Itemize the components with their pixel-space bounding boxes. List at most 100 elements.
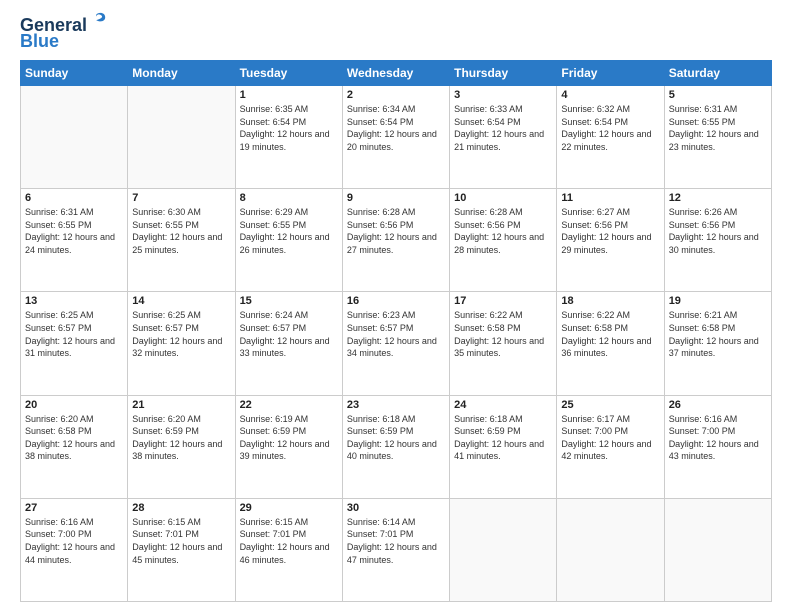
cell-info: Sunrise: 6:31 AM	[25, 206, 123, 219]
calendar-cell: 19Sunrise: 6:21 AMSunset: 6:58 PMDayligh…	[664, 292, 771, 395]
cell-info: Sunset: 6:57 PM	[25, 322, 123, 335]
calendar-cell: 12Sunrise: 6:26 AMSunset: 6:56 PMDayligh…	[664, 189, 771, 292]
day-number: 4	[561, 89, 659, 101]
logo: General Blue	[20, 16, 107, 50]
calendar-cell	[557, 498, 664, 601]
day-number: 28	[132, 502, 230, 514]
day-number: 3	[454, 89, 552, 101]
cell-info: Sunset: 6:54 PM	[561, 116, 659, 129]
calendar-cell: 11Sunrise: 6:27 AMSunset: 6:56 PMDayligh…	[557, 189, 664, 292]
calendar-cell: 22Sunrise: 6:19 AMSunset: 6:59 PMDayligh…	[235, 395, 342, 498]
calendar-cell: 18Sunrise: 6:22 AMSunset: 6:58 PMDayligh…	[557, 292, 664, 395]
cell-info: Sunrise: 6:24 AM	[240, 309, 338, 322]
calendar-cell: 10Sunrise: 6:28 AMSunset: 6:56 PMDayligh…	[450, 189, 557, 292]
calendar-cell: 9Sunrise: 6:28 AMSunset: 6:56 PMDaylight…	[342, 189, 449, 292]
cell-info: Daylight: 12 hours and 47 minutes.	[347, 541, 445, 566]
cell-info: Daylight: 12 hours and 27 minutes.	[347, 231, 445, 256]
cell-info: Sunset: 6:57 PM	[132, 322, 230, 335]
day-number: 6	[25, 192, 123, 204]
cell-info: Sunrise: 6:34 AM	[347, 103, 445, 116]
calendar-cell	[450, 498, 557, 601]
cell-info: Daylight: 12 hours and 35 minutes.	[454, 335, 552, 360]
cell-info: Sunset: 6:59 PM	[347, 425, 445, 438]
day-header-monday: Monday	[128, 61, 235, 86]
day-number: 19	[669, 295, 767, 307]
cell-info: Sunset: 7:01 PM	[240, 528, 338, 541]
day-number: 1	[240, 89, 338, 101]
cell-info: Sunrise: 6:22 AM	[561, 309, 659, 322]
cell-info: Daylight: 12 hours and 45 minutes.	[132, 541, 230, 566]
cell-info: Sunrise: 6:29 AM	[240, 206, 338, 219]
day-number: 30	[347, 502, 445, 514]
cell-info: Daylight: 12 hours and 34 minutes.	[347, 335, 445, 360]
cell-info: Sunset: 6:59 PM	[240, 425, 338, 438]
cell-info: Daylight: 12 hours and 29 minutes.	[561, 231, 659, 256]
cell-info: Sunset: 6:58 PM	[25, 425, 123, 438]
calendar-cell: 21Sunrise: 6:20 AMSunset: 6:59 PMDayligh…	[128, 395, 235, 498]
cell-info: Sunset: 6:58 PM	[454, 322, 552, 335]
calendar-cell: 20Sunrise: 6:20 AMSunset: 6:58 PMDayligh…	[21, 395, 128, 498]
day-number: 18	[561, 295, 659, 307]
cell-info: Sunset: 7:00 PM	[25, 528, 123, 541]
cell-info: Daylight: 12 hours and 42 minutes.	[561, 438, 659, 463]
cell-info: Sunrise: 6:23 AM	[347, 309, 445, 322]
cell-info: Daylight: 12 hours and 28 minutes.	[454, 231, 552, 256]
calendar-cell: 8Sunrise: 6:29 AMSunset: 6:55 PMDaylight…	[235, 189, 342, 292]
cell-info: Sunrise: 6:25 AM	[132, 309, 230, 322]
cell-info: Daylight: 12 hours and 31 minutes.	[25, 335, 123, 360]
calendar-cell	[21, 86, 128, 189]
cell-info: Sunset: 6:56 PM	[561, 219, 659, 232]
cell-info: Daylight: 12 hours and 39 minutes.	[240, 438, 338, 463]
calendar-cell: 28Sunrise: 6:15 AMSunset: 7:01 PMDayligh…	[128, 498, 235, 601]
day-number: 23	[347, 399, 445, 411]
day-header-sunday: Sunday	[21, 61, 128, 86]
cell-info: Daylight: 12 hours and 24 minutes.	[25, 231, 123, 256]
cell-info: Daylight: 12 hours and 21 minutes.	[454, 128, 552, 153]
calendar-cell: 1Sunrise: 6:35 AMSunset: 6:54 PMDaylight…	[235, 86, 342, 189]
cell-info: Sunrise: 6:20 AM	[132, 413, 230, 426]
cell-info: Daylight: 12 hours and 44 minutes.	[25, 541, 123, 566]
cell-info: Sunrise: 6:28 AM	[454, 206, 552, 219]
calendar-cell: 2Sunrise: 6:34 AMSunset: 6:54 PMDaylight…	[342, 86, 449, 189]
cell-info: Daylight: 12 hours and 33 minutes.	[240, 335, 338, 360]
calendar: SundayMondayTuesdayWednesdayThursdayFrid…	[20, 60, 772, 602]
day-number: 21	[132, 399, 230, 411]
calendar-cell: 13Sunrise: 6:25 AMSunset: 6:57 PMDayligh…	[21, 292, 128, 395]
cell-info: Sunset: 6:54 PM	[347, 116, 445, 129]
day-number: 12	[669, 192, 767, 204]
cell-info: Sunrise: 6:28 AM	[347, 206, 445, 219]
cell-info: Sunset: 6:58 PM	[669, 322, 767, 335]
day-header-tuesday: Tuesday	[235, 61, 342, 86]
calendar-cell: 6 Sunrise: 6:31 AMSunset: 6:55 PMDaylight…	[21, 189, 128, 292]
cell-info: Daylight: 12 hours and 40 minutes.	[347, 438, 445, 463]
day-number: 10	[454, 192, 552, 204]
day-header-thursday: Thursday	[450, 61, 557, 86]
cell-info: Sunset: 6:55 PM	[25, 219, 123, 232]
calendar-cell: 4 Sunrise: 6:32 AMSunset: 6:54 PMDaylight…	[557, 86, 664, 189]
day-number: 13	[25, 295, 123, 307]
cell-info: Sunset: 6:58 PM	[561, 322, 659, 335]
day-number: 8	[240, 192, 338, 204]
cell-info: Sunset: 7:01 PM	[132, 528, 230, 541]
calendar-cell: 15Sunrise: 6:24 AMSunset: 6:57 PMDayligh…	[235, 292, 342, 395]
cell-info: Sunrise: 6:31 AM	[669, 103, 767, 116]
cell-info: Daylight: 12 hours and 26 minutes.	[240, 231, 338, 256]
cell-info: Sunrise: 6:20 AM	[25, 413, 123, 426]
cell-info: Sunset: 6:59 PM	[132, 425, 230, 438]
cell-info: Daylight: 12 hours and 46 minutes.	[240, 541, 338, 566]
day-number: 11	[561, 192, 659, 204]
calendar-cell	[128, 86, 235, 189]
cell-info: Sunset: 7:01 PM	[347, 528, 445, 541]
cell-info: Sunrise: 6:32 AM	[561, 103, 659, 116]
cell-info: Daylight: 12 hours and 30 minutes.	[669, 231, 767, 256]
cell-info: Sunrise: 6:22 AM	[454, 309, 552, 322]
cell-info: Daylight: 12 hours and 22 minutes.	[561, 128, 659, 153]
cell-info: Daylight: 12 hours and 32 minutes.	[132, 335, 230, 360]
day-number: 27	[25, 502, 123, 514]
cell-info: Sunrise: 6:15 AM	[240, 516, 338, 529]
day-number: 24	[454, 399, 552, 411]
calendar-cell: 30Sunrise: 6:14 AMSunset: 7:01 PMDayligh…	[342, 498, 449, 601]
day-number: 2	[347, 89, 445, 101]
cell-info: Sunrise: 6:16 AM	[25, 516, 123, 529]
day-number: 16	[347, 295, 445, 307]
